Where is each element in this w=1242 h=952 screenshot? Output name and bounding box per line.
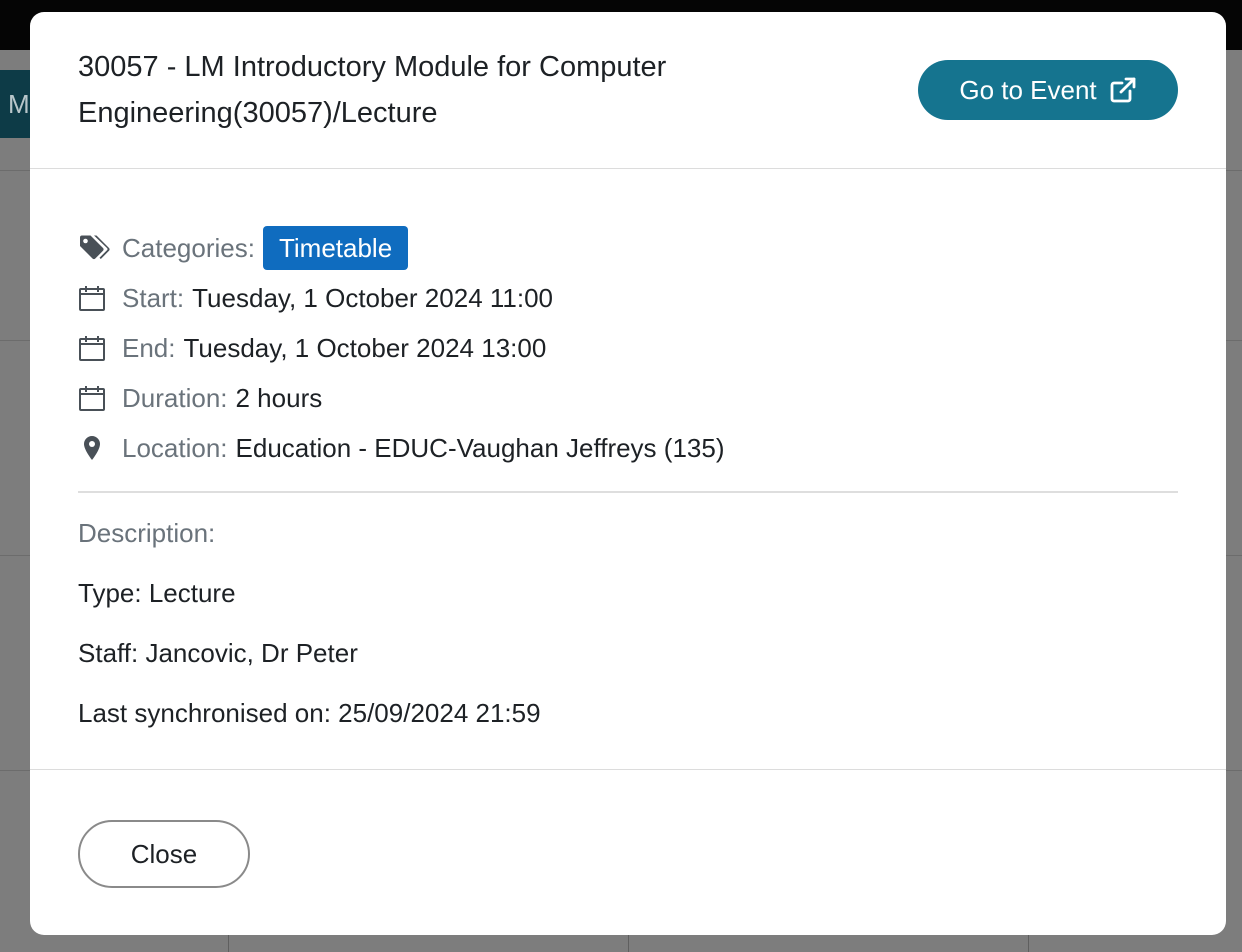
event-details-modal: 30057 - LM Introductory Module for Compu…: [30, 12, 1226, 935]
categories-label: Categories:: [122, 232, 255, 263]
modal-title: 30057 - LM Introductory Module for Compu…: [78, 51, 667, 129]
location-value: Education - EDUC-Vaughan Jeffreys (135): [235, 432, 725, 463]
map-marker-icon: [78, 430, 114, 466]
category-badge: Timetable: [262, 226, 409, 270]
end-label: End:: [122, 332, 176, 363]
duration-value: 2 hours: [235, 382, 323, 413]
modal-footer: Close: [30, 769, 1226, 935]
calendar-icon: [78, 330, 114, 366]
go-to-event-button[interactable]: Go to Event: [918, 60, 1178, 120]
end-row: End: Tuesday, 1 October 2024 13:00: [78, 328, 546, 368]
calendar-icon: [78, 380, 114, 416]
modal-body: Categories: Timetable Start: Tuesday, 1 …: [78, 169, 1178, 769]
background-divider: [228, 935, 229, 952]
tags-icon: [78, 230, 114, 266]
location-row: Location: Education - EDUC-Vaughan Jeffr…: [78, 428, 724, 468]
close-button[interactable]: Close: [78, 820, 250, 888]
external-link-icon: [1109, 76, 1137, 104]
modal-header: 30057 - LM Introductory Module for Compu…: [30, 12, 1226, 169]
description-label: Description:: [78, 518, 216, 548]
duration-label: Duration:: [122, 382, 228, 413]
categories-row: Categories: Timetable: [78, 226, 409, 270]
start-value: Tuesday, 1 October 2024 11:00: [192, 282, 554, 313]
go-to-event-label: Go to Event: [959, 74, 1097, 105]
description-staff: Staff: Jancovic, Dr Peter: [78, 638, 358, 668]
location-label: Location:: [122, 432, 228, 463]
calendar-icon: [78, 280, 114, 316]
section-divider: [78, 491, 1178, 493]
background-divider: [628, 935, 629, 952]
description-last-sync: Last synchronised on: 25/09/2024 21:59: [78, 698, 541, 728]
duration-row: Duration: 2 hours: [78, 378, 322, 418]
background-divider: [1028, 935, 1029, 952]
description-type: Type: Lecture: [78, 578, 236, 608]
end-value: Tuesday, 1 October 2024 13:00: [183, 332, 547, 363]
start-label: Start:: [122, 282, 185, 313]
start-row: Start: Tuesday, 1 October 2024 11:00: [78, 278, 553, 318]
